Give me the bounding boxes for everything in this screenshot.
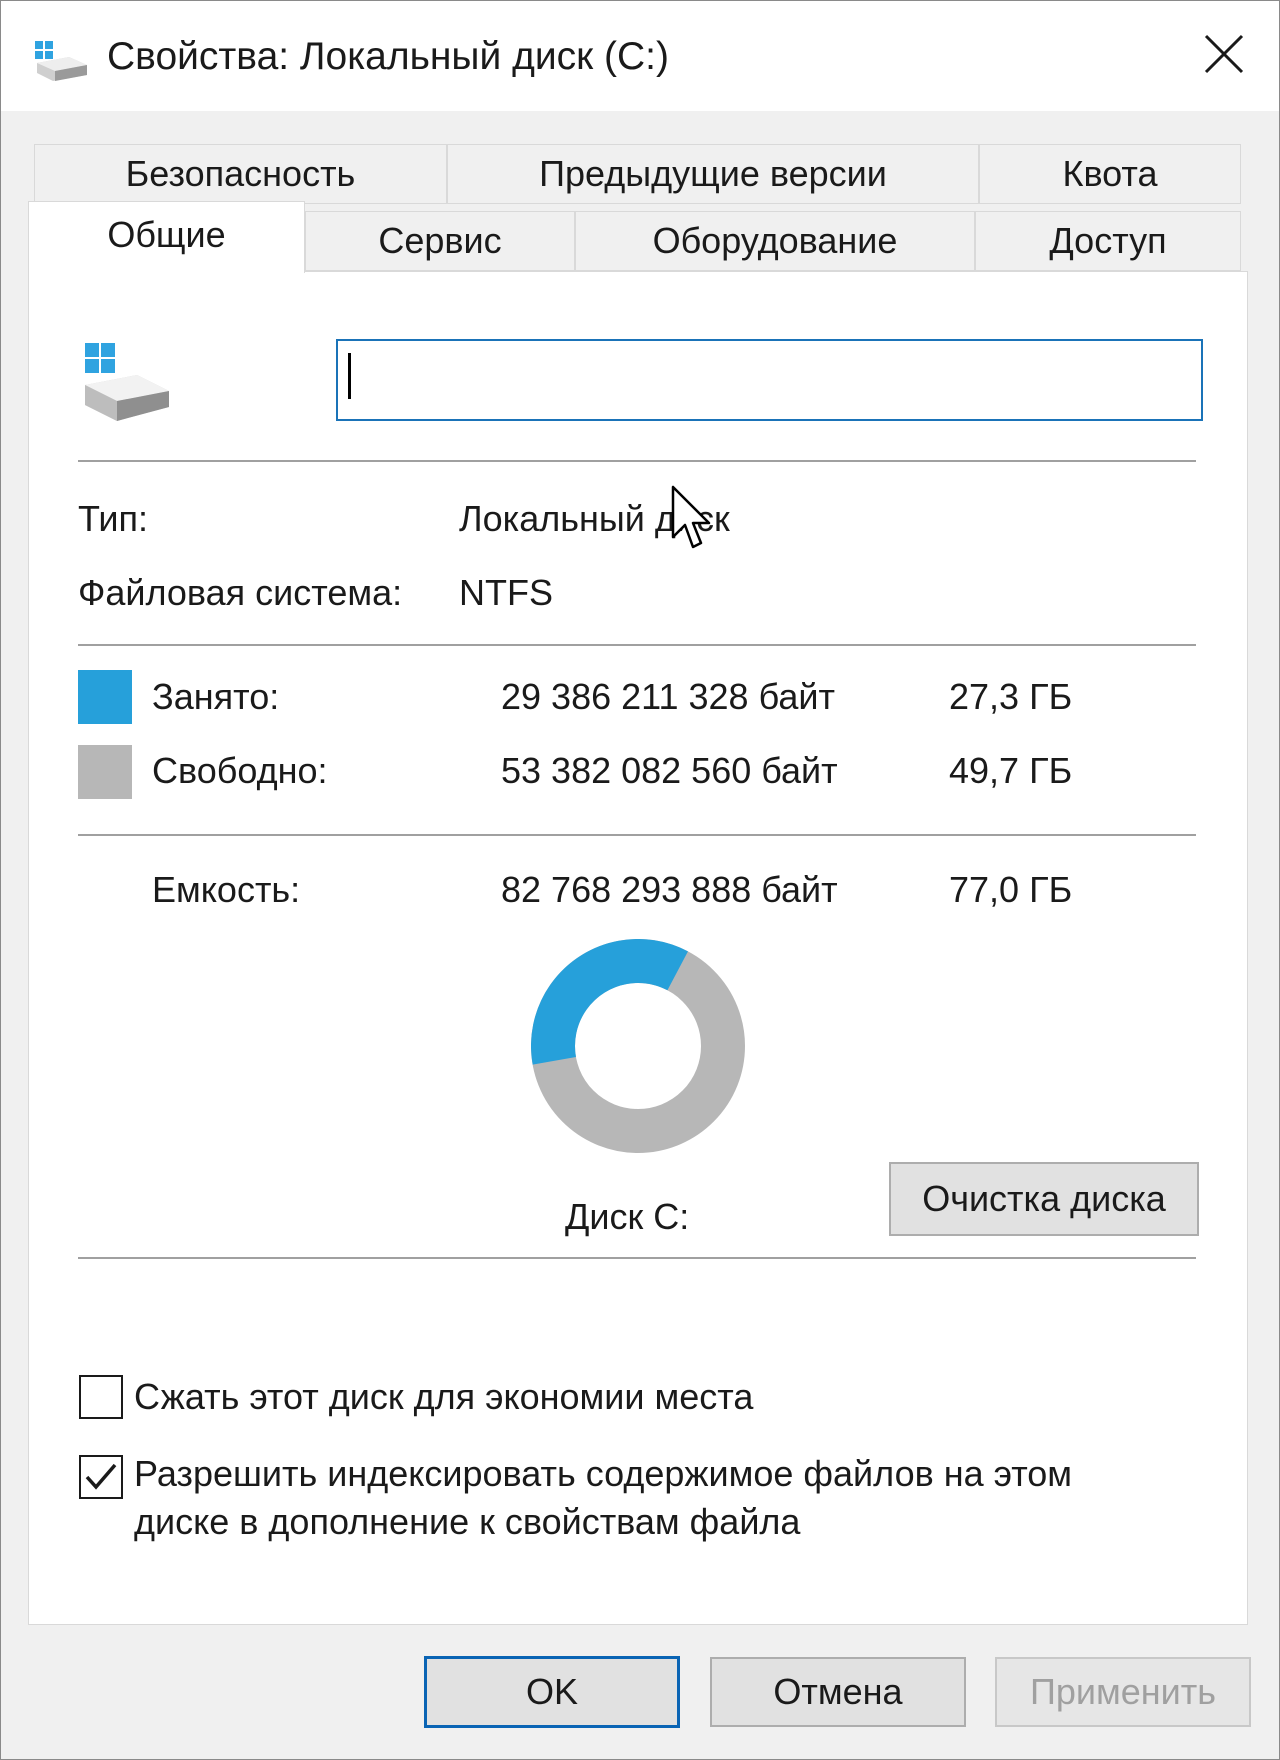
capacity-label: Емкость:: [152, 869, 301, 910]
capacity-size: 77,0 ГБ: [949, 869, 1073, 910]
index-label-line1: Разрешить индексировать содержимое файло…: [134, 1453, 1073, 1494]
separator: [78, 1257, 1196, 1259]
free-bytes: 53 382 082 560 байт: [501, 750, 838, 791]
separator: [78, 460, 1196, 462]
free-size: 49,7 ГБ: [949, 750, 1073, 791]
tab-hardware[interactable]: Оборудование: [575, 211, 975, 271]
cancel-button[interactable]: Отмена: [710, 1657, 966, 1727]
filesystem-label: Файловая система:: [78, 572, 403, 613]
index-checkbox[interactable]: [79, 1455, 123, 1499]
ok-button[interactable]: OK: [424, 1656, 680, 1728]
mouse-cursor-icon: [671, 485, 711, 549]
type-label: Тип:: [78, 498, 149, 539]
free-label: Свободно:: [152, 750, 328, 791]
filesystem-value: NTFS: [459, 572, 553, 613]
properties-dialog: Свойства: Локальный диск (C:) Безопаснос…: [0, 0, 1280, 1760]
compress-checkbox[interactable]: [79, 1375, 123, 1419]
compress-label: Сжать этот диск для экономии места: [134, 1376, 754, 1417]
separator: [78, 834, 1196, 836]
used-bytes: 29 386 211 328 байт: [501, 676, 835, 717]
disk-cleanup-button[interactable]: Очистка диска: [889, 1162, 1199, 1236]
drive-icon: [33, 37, 89, 81]
checkmark-icon: [85, 1463, 117, 1490]
text-caret: [348, 353, 351, 399]
separator: [78, 644, 1196, 646]
tab-previous-versions[interactable]: Предыдущие версии: [447, 144, 979, 204]
tab-sharing[interactable]: Доступ: [975, 211, 1241, 271]
apply-button[interactable]: Применить: [995, 1657, 1251, 1727]
used-size: 27,3 ГБ: [949, 676, 1073, 717]
disk-label: Диск C:: [565, 1196, 690, 1237]
window-title: Свойства: Локальный диск (C:): [107, 35, 669, 78]
used-color-swatch: [78, 670, 132, 724]
tab-tools[interactable]: Сервис: [305, 211, 575, 271]
volume-label-input[interactable]: [336, 339, 1203, 421]
disk-usage-donut: [531, 939, 745, 1153]
close-icon: [1204, 34, 1244, 74]
tab-security[interactable]: Безопасность: [34, 144, 447, 204]
used-label: Занято:: [152, 676, 280, 717]
drive-large-icon: [81, 341, 173, 427]
free-color-swatch: [78, 745, 132, 799]
tab-quota[interactable]: Квота: [979, 144, 1241, 204]
index-label-line2: диске в дополнение к свойствам файла: [134, 1501, 801, 1542]
title-bar: Свойства: Локальный диск (C:): [1, 1, 1279, 111]
capacity-bytes: 82 768 293 888 байт: [501, 869, 838, 910]
tab-general[interactable]: Общие: [28, 201, 305, 273]
close-button[interactable]: [1185, 19, 1263, 89]
